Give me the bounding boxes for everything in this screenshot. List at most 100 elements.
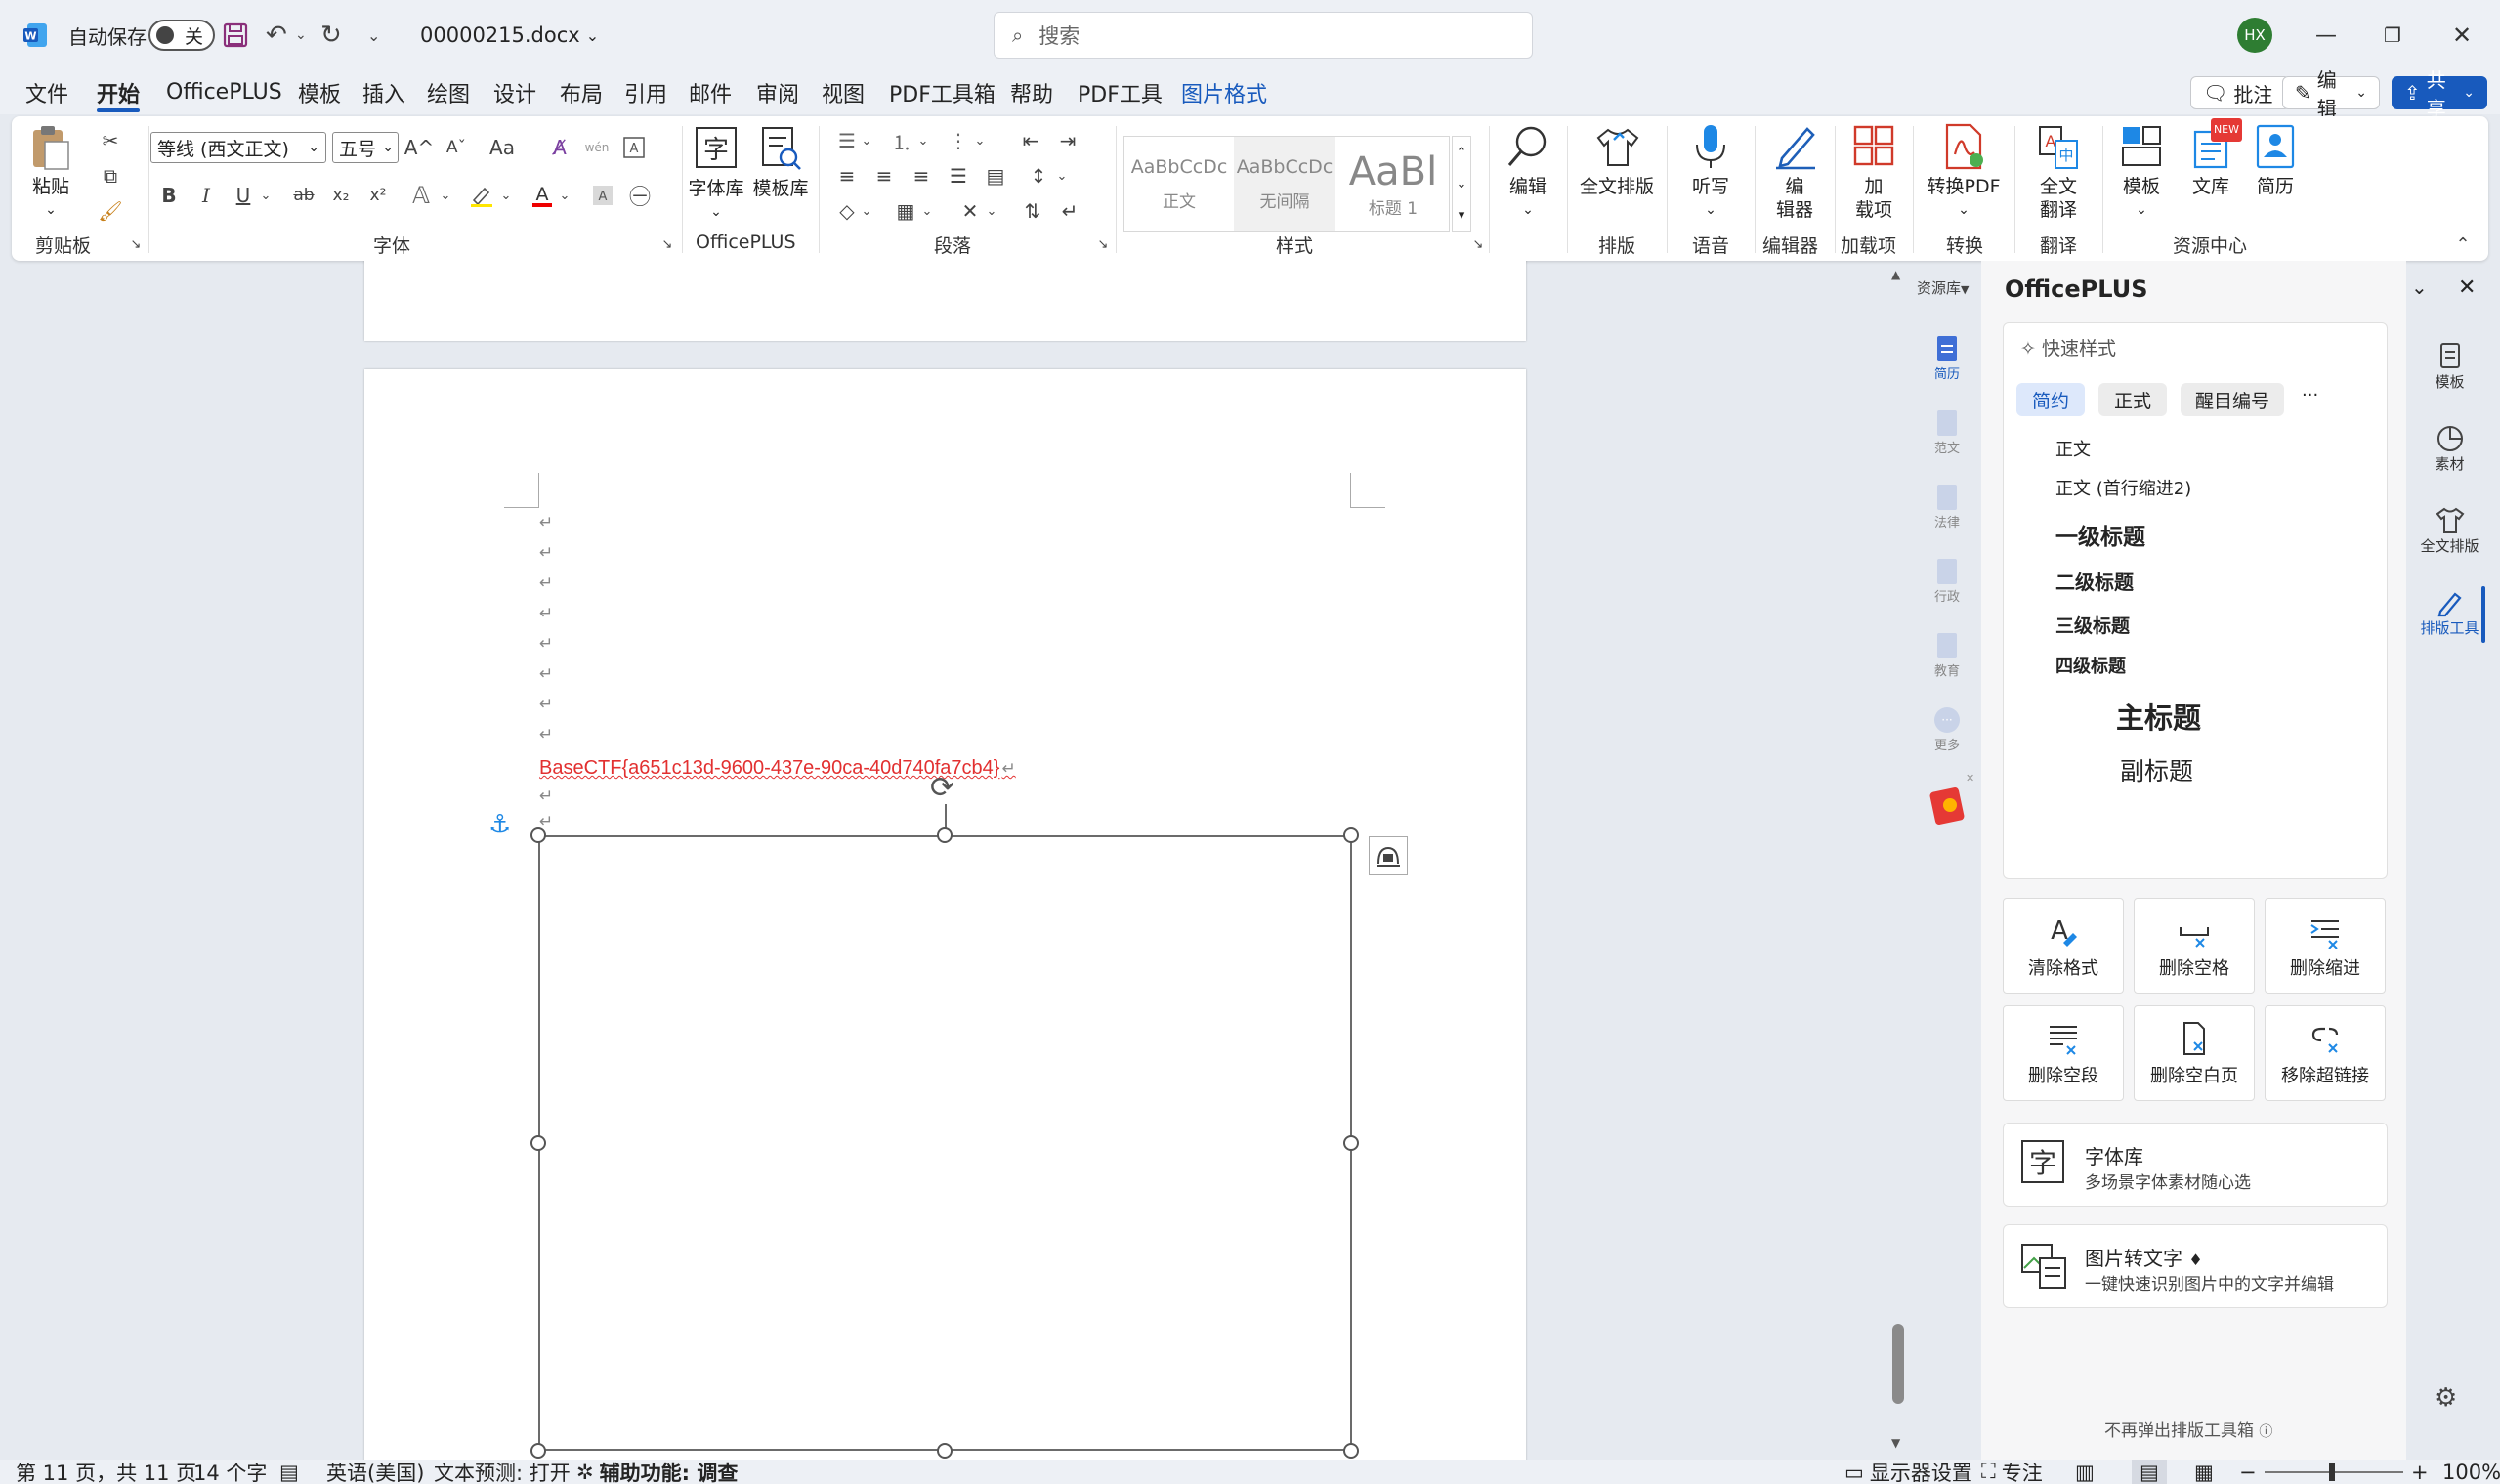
justify-icon[interactable]: ☰ [944, 161, 973, 191]
align-center-icon[interactable]: ≡ [869, 161, 899, 191]
read-mode-icon[interactable]: ▥ [2075, 1460, 2095, 1484]
sidestrip-item-education[interactable]: 教育 [1923, 631, 1971, 679]
convert-pdf-button[interactable]: 转换PDF ⌄ [1915, 122, 2013, 222]
resize-handle-top-right[interactable] [1343, 827, 1359, 843]
grow-font-icon[interactable]: A^ [404, 133, 434, 162]
menu-references[interactable]: 引用 [624, 70, 667, 114]
menu-pdf-toolbox[interactable]: PDF工具箱 [889, 70, 996, 114]
translate-button[interactable]: A中 全文 翻译 [2016, 122, 2100, 222]
collapse-ribbon-icon[interactable]: ⌃ [2448, 230, 2478, 259]
dialog-launcher-icon[interactable]: ↘ [121, 230, 150, 259]
edit-mode-button[interactable]: ✎ 编辑 ⌄ [2282, 68, 2380, 120]
clear-format-tool[interactable]: A 清除格式 [2003, 898, 2124, 994]
undo-dropdown-icon[interactable]: ⌄ [295, 0, 307, 70]
web-layout-icon[interactable]: ▦ [2194, 1460, 2214, 1484]
save-icon[interactable] [223, 0, 248, 70]
underline-icon[interactable]: U [229, 181, 258, 210]
customize-toolbar-icon[interactable]: ⌄ [367, 0, 380, 70]
numbering-icon[interactable]: ⒈ [887, 126, 916, 155]
zoom-in-icon[interactable]: + [2411, 1460, 2429, 1484]
remove-hyperlinks-tool[interactable]: 移除超链接 [2265, 1005, 2386, 1101]
menu-layout[interactable]: 布局 [560, 70, 603, 114]
chevron-down-icon[interactable]: ⌄ [436, 181, 455, 210]
copy-icon[interactable]: ⧉ [96, 161, 125, 191]
status-page[interactable]: 第 11 页，共 11 页 [16, 1460, 196, 1484]
more-chips-icon[interactable]: ··· [2302, 385, 2318, 405]
phonetic-guide-icon[interactable]: wén [582, 133, 612, 162]
menu-draw[interactable]: 绘图 [427, 70, 470, 114]
text-effects-icon[interactable]: 𝔸 [406, 181, 436, 210]
format-painter-icon[interactable]: 🖌 [96, 196, 125, 226]
menu-insert[interactable]: 插入 [362, 70, 405, 114]
zoom-slider-thumb[interactable] [2329, 1463, 2335, 1481]
remove-indent-tool[interactable]: 删除缩进 [2265, 898, 2386, 994]
quick-style-heading3[interactable]: 三级标题 [2055, 612, 2130, 638]
library-button[interactable]: NEW 文库 [2179, 118, 2243, 198]
subscript-icon[interactable]: x₂ [326, 181, 356, 210]
avatar[interactable]: HX [2237, 0, 2272, 70]
chip-simple[interactable]: 简约 [2016, 383, 2085, 416]
autosave-toggle[interactable]: 关 [148, 0, 215, 70]
status-display-settings[interactable]: ▭ 显示器设置 [1844, 1460, 1972, 1484]
change-case-icon[interactable]: Aa [483, 133, 522, 162]
remove-blank-pages-tool[interactable]: 删除空白页 [2134, 1005, 2255, 1101]
borders-icon[interactable]: ▦ [891, 196, 920, 226]
sidestrip-item-sample[interactable]: 范文 [1923, 408, 1971, 456]
menu-review[interactable]: 审阅 [756, 70, 799, 114]
addins-button[interactable]: 加 载项 [1837, 122, 1911, 222]
resize-handle-top-left[interactable] [530, 827, 546, 843]
chevron-down-icon[interactable]: ⌄ [918, 196, 936, 226]
redo-icon[interactable]: ↻ [320, 0, 342, 70]
status-zoom-level[interactable]: 100% [2442, 1460, 2500, 1484]
style-heading1[interactable]: AaBl 标题 1 [1339, 137, 1447, 231]
template-library-button[interactable]: 模板库 [746, 124, 815, 200]
font-name-select[interactable]: 等线 (西文正文) ⌄ [150, 132, 326, 163]
quick-style-normal-indent[interactable]: 正文 (首行缩进2) [2055, 475, 2191, 500]
line-spacing-icon[interactable]: ↕ [1024, 161, 1053, 191]
italic-icon[interactable]: I [191, 181, 221, 210]
resize-handle-bottom-right[interactable] [1343, 1443, 1359, 1459]
highlight-icon[interactable] [467, 181, 496, 210]
remove-empty-paragraphs-tool[interactable]: 删除空段 [2003, 1005, 2124, 1101]
font-library-button[interactable]: 字 字体库 ⌄ [684, 124, 748, 224]
styles-scroll[interactable]: ⌃ ⌄ ▾ [1452, 136, 1471, 232]
increase-indent-icon[interactable]: ⇥ [1053, 126, 1082, 155]
print-layout-icon[interactable]: ▤ [2132, 1460, 2167, 1484]
superscript-icon[interactable]: x² [363, 181, 393, 210]
char-shading-icon[interactable]: A [588, 181, 617, 210]
align-left-icon[interactable]: ≡ [832, 161, 862, 191]
chevron-down-icon[interactable]: ⌄ [983, 196, 1000, 226]
chinese-layout-icon[interactable]: ✕ [955, 196, 985, 226]
minimize-button[interactable]: — [2315, 0, 2337, 70]
resize-handle-bottom[interactable] [937, 1443, 953, 1459]
bold-icon[interactable]: B [154, 181, 184, 210]
quick-style-title[interactable]: 主标题 [2116, 696, 2201, 737]
dont-show-toolbox-link[interactable]: 不再弹出排版工具箱 ⓘ [2104, 1417, 2272, 1441]
right-tab-layout-tools[interactable]: 排版工具 [2413, 588, 2486, 638]
chevron-down-icon[interactable]: ⌄ [555, 181, 574, 210]
style-no-spacing[interactable]: AaBbCcDc 无间隔 [1234, 137, 1335, 231]
sidestrip-item-more[interactable]: ··· 更多 [1923, 705, 1971, 753]
expand-gallery-icon[interactable]: ▾ [1459, 208, 1465, 223]
undo-icon[interactable]: ↶ [266, 0, 287, 70]
quick-style-normal[interactable]: 正文 [2055, 436, 2091, 461]
settings-gear-icon[interactable]: ⚙ [2435, 1383, 2457, 1413]
pane-close-icon[interactable]: ✕ [2458, 276, 2476, 300]
chevron-down-icon[interactable]: ⌄ [858, 196, 875, 226]
template-button[interactable]: 模板 ⌄ [2104, 122, 2179, 222]
font-size-select[interactable]: 五号 ⌄ [332, 132, 399, 163]
menu-file[interactable]: 文件 [25, 70, 68, 114]
quick-style-heading1[interactable]: 一级标题 [2055, 518, 2145, 551]
char-border-icon[interactable]: A [619, 133, 649, 162]
sidestrip-item-legal[interactable]: 法律 [1923, 483, 1971, 530]
chevron-down-icon[interactable]: ⌄ [914, 126, 932, 155]
chevron-down-icon[interactable]: ⌄ [496, 181, 516, 210]
resize-handle-right[interactable] [1343, 1135, 1359, 1151]
chevron-down-icon[interactable]: ⌄ [1053, 161, 1071, 191]
share-button[interactable]: ⇪ 共享 ⌄ [2392, 68, 2487, 120]
editor-button[interactable]: 编 辑器 [1757, 122, 1833, 222]
shrink-font-icon[interactable]: Aˇ [442, 133, 471, 162]
remove-spaces-tool[interactable]: 删除空格 [2134, 898, 2255, 994]
restore-button[interactable]: ❐ [2384, 0, 2401, 70]
selected-picture[interactable] [538, 835, 1352, 1451]
